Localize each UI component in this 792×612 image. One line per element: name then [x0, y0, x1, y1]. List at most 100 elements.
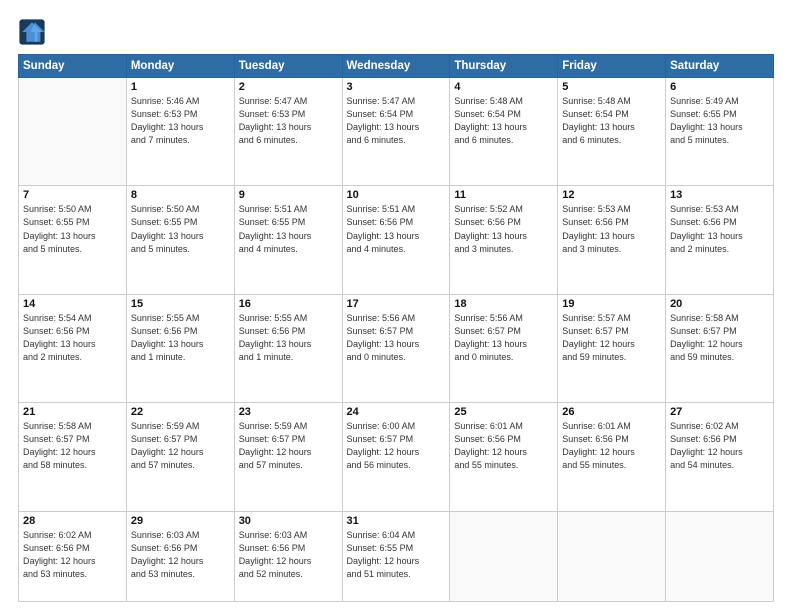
day-info: Sunrise: 6:00 AM Sunset: 6:57 PM Dayligh… [347, 420, 446, 472]
calendar-cell: 23 Sunrise: 5:59 AM Sunset: 6:57 PM Dayli… [234, 403, 342, 511]
calendar-cell: 18Sunrise: 5:56 AM Sunset: 6:57 PM Dayli… [450, 294, 558, 402]
day-info: Sunrise: 5:50 AM Sunset: 6:55 PM Dayligh… [131, 203, 230, 255]
day-info: Sunrise: 5:46 AM Sunset: 6:53 PM Dayligh… [131, 95, 230, 147]
day-info: Sunrise: 6:02 AM Sunset: 6:56 PM Dayligh… [23, 529, 122, 581]
day-info: Sunrise: 5:55 AM Sunset: 6:56 PM Dayligh… [239, 312, 338, 364]
day-info: Sunrise: 5:47 AM Sunset: 6:53 PM Dayligh… [239, 95, 338, 147]
day-info: Sunrise: 6:04 AM Sunset: 6:55 PM Dayligh… [347, 529, 446, 581]
logo-icon [18, 18, 46, 46]
calendar-cell [666, 511, 774, 601]
day-info: Sunrise: 6:03 AM Sunset: 6:56 PM Dayligh… [131, 529, 230, 581]
day-number: 17 [347, 298, 446, 310]
calendar-week-row: 1 Sunrise: 5:46 AM Sunset: 6:53 PM Daylig… [19, 78, 774, 186]
day-info: Sunrise: 5:56 AM Sunset: 6:57 PM Dayligh… [347, 312, 446, 364]
calendar-cell: 25Sunrise: 6:01 AM Sunset: 6:56 PM Dayli… [450, 403, 558, 511]
day-info: Sunrise: 6:02 AM Sunset: 6:56 PM Dayligh… [670, 420, 769, 472]
calendar-cell: 19Sunrise: 5:57 AM Sunset: 6:57 PM Dayli… [558, 294, 666, 402]
calendar-cell [19, 78, 127, 186]
day-info: Sunrise: 5:48 AM Sunset: 6:54 PM Dayligh… [562, 95, 661, 147]
day-info: Sunrise: 6:03 AM Sunset: 6:56 PM Dayligh… [239, 529, 338, 581]
day-number: 20 [670, 298, 769, 310]
day-number: 4 [454, 81, 553, 93]
day-number: 2 [239, 81, 338, 93]
day-info: Sunrise: 5:50 AM Sunset: 6:55 PM Dayligh… [23, 203, 122, 255]
day-number: 26 [562, 406, 661, 418]
day-info: Sunrise: 5:59 AM Sunset: 6:57 PM Dayligh… [131, 420, 230, 472]
calendar-cell: 1 Sunrise: 5:46 AM Sunset: 6:53 PM Daylig… [126, 78, 234, 186]
day-number: 13 [670, 189, 769, 201]
calendar-cell: 22 Sunrise: 5:59 AM Sunset: 6:57 PM Dayli… [126, 403, 234, 511]
calendar-cell: 8 Sunrise: 5:50 AM Sunset: 6:55 PM Daylig… [126, 186, 234, 294]
day-number: 7 [23, 189, 122, 201]
calendar-cell: 2 Sunrise: 5:47 AM Sunset: 6:53 PM Daylig… [234, 78, 342, 186]
calendar-cell: 30 Sunrise: 6:03 AM Sunset: 6:56 PM Dayli… [234, 511, 342, 601]
day-number: 15 [131, 298, 230, 310]
day-number: 1 [131, 81, 230, 93]
calendar-cell: 20 Sunrise: 5:58 AM Sunset: 6:57 PM Dayli… [666, 294, 774, 402]
day-info: Sunrise: 5:55 AM Sunset: 6:56 PM Dayligh… [131, 312, 230, 364]
calendar-week-row: 7 Sunrise: 5:50 AM Sunset: 6:55 PM Daylig… [19, 186, 774, 294]
day-number: 22 [131, 406, 230, 418]
day-number: 14 [23, 298, 122, 310]
day-info: Sunrise: 5:59 AM Sunset: 6:57 PM Dayligh… [239, 420, 338, 472]
day-number: 9 [239, 189, 338, 201]
day-number: 16 [239, 298, 338, 310]
calendar-cell: 6 Sunrise: 5:49 AM Sunset: 6:55 PM Daylig… [666, 78, 774, 186]
calendar-cell: 9Sunrise: 5:51 AM Sunset: 6:55 PM Daylig… [234, 186, 342, 294]
day-info: Sunrise: 5:47 AM Sunset: 6:54 PM Dayligh… [347, 95, 446, 147]
day-info: Sunrise: 5:57 AM Sunset: 6:57 PM Dayligh… [562, 312, 661, 364]
calendar-week-row: 28 Sunrise: 6:02 AM Sunset: 6:56 PM Dayli… [19, 511, 774, 601]
day-info: Sunrise: 5:56 AM Sunset: 6:57 PM Dayligh… [454, 312, 553, 364]
weekday-header-thursday: Thursday [450, 55, 558, 78]
day-info: Sunrise: 5:51 AM Sunset: 6:56 PM Dayligh… [347, 203, 446, 255]
calendar-cell [450, 511, 558, 601]
calendar-cell: 15 Sunrise: 5:55 AM Sunset: 6:56 PM Dayli… [126, 294, 234, 402]
day-info: Sunrise: 5:52 AM Sunset: 6:56 PM Dayligh… [454, 203, 553, 255]
day-number: 12 [562, 189, 661, 201]
weekday-header-row: SundayMondayTuesdayWednesdayThursdayFrid… [19, 55, 774, 78]
day-number: 28 [23, 515, 122, 527]
calendar-cell: 24Sunrise: 6:00 AM Sunset: 6:57 PM Dayli… [342, 403, 450, 511]
day-number: 6 [670, 81, 769, 93]
weekday-header-friday: Friday [558, 55, 666, 78]
day-info: Sunrise: 5:53 AM Sunset: 6:56 PM Dayligh… [562, 203, 661, 255]
day-number: 29 [131, 515, 230, 527]
day-number: 23 [239, 406, 338, 418]
day-info: Sunrise: 5:53 AM Sunset: 6:56 PM Dayligh… [670, 203, 769, 255]
day-number: 30 [239, 515, 338, 527]
calendar-cell [558, 511, 666, 601]
calendar-cell: 21Sunrise: 5:58 AM Sunset: 6:57 PM Dayli… [19, 403, 127, 511]
calendar-cell: 11Sunrise: 5:52 AM Sunset: 6:56 PM Dayli… [450, 186, 558, 294]
calendar-cell: 5Sunrise: 5:48 AM Sunset: 6:54 PM Daylig… [558, 78, 666, 186]
day-info: Sunrise: 5:54 AM Sunset: 6:56 PM Dayligh… [23, 312, 122, 364]
calendar-cell: 27 Sunrise: 6:02 AM Sunset: 6:56 PM Dayli… [666, 403, 774, 511]
day-info: Sunrise: 6:01 AM Sunset: 6:56 PM Dayligh… [562, 420, 661, 472]
weekday-header-sunday: Sunday [19, 55, 127, 78]
day-info: Sunrise: 5:58 AM Sunset: 6:57 PM Dayligh… [23, 420, 122, 472]
day-info: Sunrise: 5:49 AM Sunset: 6:55 PM Dayligh… [670, 95, 769, 147]
calendar-cell: 12 Sunrise: 5:53 AM Sunset: 6:56 PM Dayli… [558, 186, 666, 294]
day-info: Sunrise: 5:48 AM Sunset: 6:54 PM Dayligh… [454, 95, 553, 147]
calendar-cell: 13 Sunrise: 5:53 AM Sunset: 6:56 PM Dayli… [666, 186, 774, 294]
calendar-cell: 26 Sunrise: 6:01 AM Sunset: 6:56 PM Dayli… [558, 403, 666, 511]
day-info: Sunrise: 5:58 AM Sunset: 6:57 PM Dayligh… [670, 312, 769, 364]
calendar-cell: 7 Sunrise: 5:50 AM Sunset: 6:55 PM Daylig… [19, 186, 127, 294]
weekday-header-wednesday: Wednesday [342, 55, 450, 78]
day-number: 3 [347, 81, 446, 93]
day-number: 10 [347, 189, 446, 201]
day-number: 8 [131, 189, 230, 201]
calendar-cell: 3 Sunrise: 5:47 AM Sunset: 6:54 PM Daylig… [342, 78, 450, 186]
logo [18, 18, 50, 46]
calendar-cell: 28 Sunrise: 6:02 AM Sunset: 6:56 PM Dayli… [19, 511, 127, 601]
day-info: Sunrise: 6:01 AM Sunset: 6:56 PM Dayligh… [454, 420, 553, 472]
header [18, 18, 774, 46]
calendar-cell: 16 Sunrise: 5:55 AM Sunset: 6:56 PM Dayli… [234, 294, 342, 402]
calendar-cell: 14 Sunrise: 5:54 AM Sunset: 6:56 PM Dayli… [19, 294, 127, 402]
calendar-cell: 17 Sunrise: 5:56 AM Sunset: 6:57 PM Dayli… [342, 294, 450, 402]
calendar-week-row: 14 Sunrise: 5:54 AM Sunset: 6:56 PM Dayli… [19, 294, 774, 402]
calendar-week-row: 21Sunrise: 5:58 AM Sunset: 6:57 PM Dayli… [19, 403, 774, 511]
calendar-cell: 29 Sunrise: 6:03 AM Sunset: 6:56 PM Dayli… [126, 511, 234, 601]
day-number: 27 [670, 406, 769, 418]
calendar-cell: 4 Sunrise: 5:48 AM Sunset: 6:54 PM Daylig… [450, 78, 558, 186]
calendar-table: SundayMondayTuesdayWednesdayThursdayFrid… [18, 54, 774, 602]
